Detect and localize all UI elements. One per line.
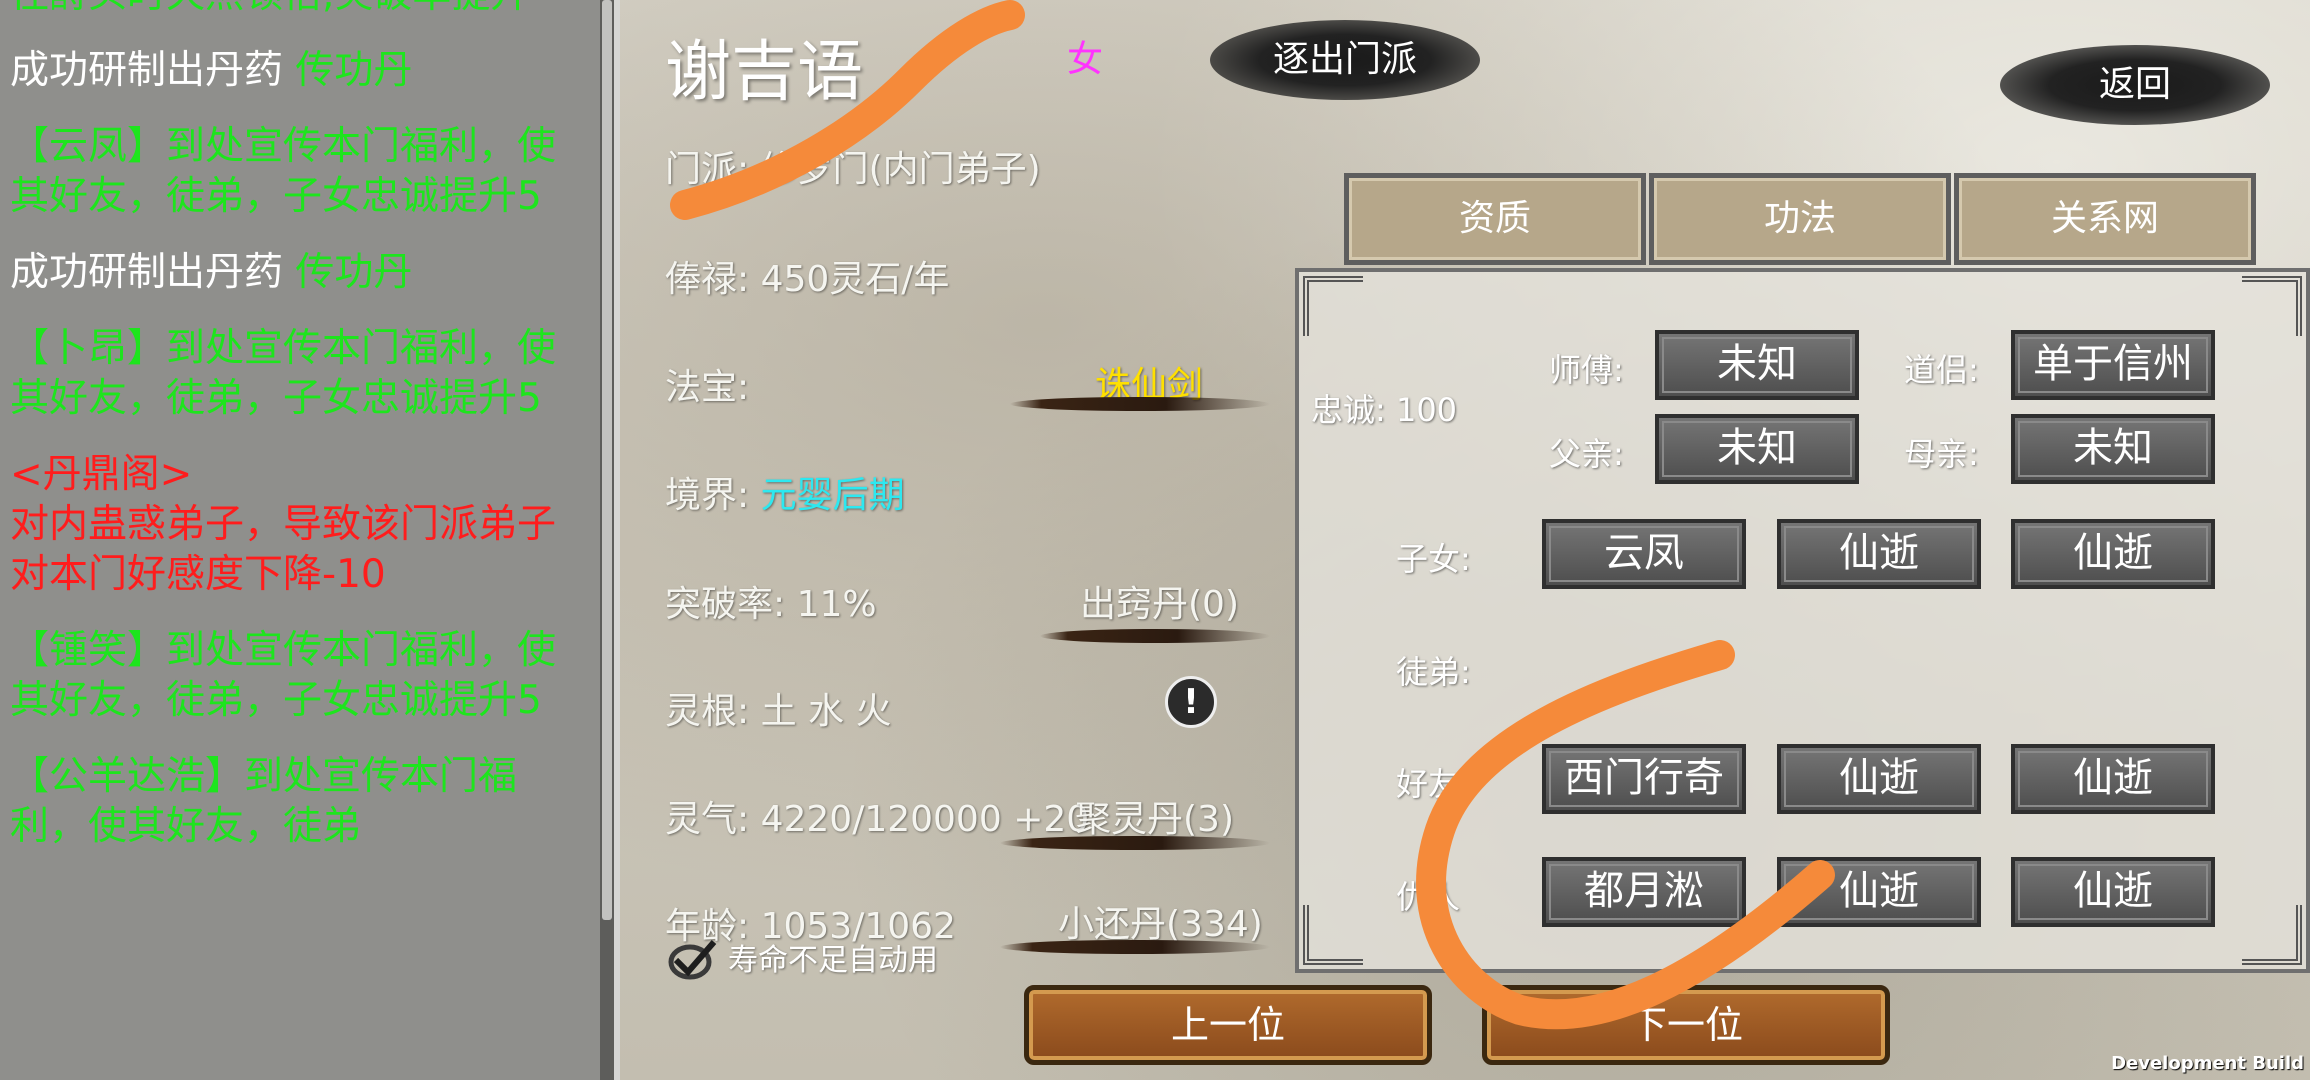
enemy-button[interactable]: 都月淞 bbox=[1542, 857, 1746, 927]
loyalty: 忠诚: 100 bbox=[1311, 391, 1458, 429]
log-entry: <丹鼎阁> 对内蛊惑弟子，导致该门派弟子对本门好感度下降-10 bbox=[10, 450, 570, 600]
disciples-label: 徒弟: bbox=[1396, 653, 1471, 691]
sect-value: 修罗门(内门弟子) bbox=[760, 149, 1041, 190]
log-scroll-thumb[interactable] bbox=[602, 0, 612, 920]
log-entry: 【公羊达浩】到处宣传本门福利，使其好友，徒弟 bbox=[10, 752, 570, 852]
child-button[interactable]: 仙逝 bbox=[2011, 519, 2215, 589]
partner-label: 道侣: bbox=[1904, 351, 1979, 389]
character-gender: 女 bbox=[1067, 39, 1104, 80]
log-scrollbar[interactable] bbox=[600, 0, 614, 1080]
log-text: <丹鼎阁> bbox=[10, 452, 193, 497]
father-label: 父亲: bbox=[1549, 435, 1624, 473]
log-text: 对内蛊惑弟子，导致该门派弟子对本门好感度下降-10 bbox=[10, 502, 557, 597]
log-text: 成功研制出丹药 bbox=[10, 48, 296, 93]
alert-icon[interactable]: ! bbox=[1165, 676, 1217, 728]
log-text: 【锺笑】到处宣传本门福利，使其好友，徒弟，子女忠诚提升5 bbox=[10, 628, 557, 723]
friend-button[interactable]: 西门行奇 bbox=[1542, 744, 1746, 814]
log-text: 成功研制出丹药 bbox=[10, 250, 296, 295]
tab-aptitude[interactable]: 资质 bbox=[1344, 173, 1646, 265]
log-entry: 成功研制出丹药 传功丹 bbox=[10, 46, 570, 96]
checkmark-icon bbox=[668, 940, 717, 980]
log-entry: 【卜昂】到处宣传本门福利，使其好友，徒弟，子女忠诚提升5 bbox=[10, 324, 570, 424]
father-button[interactable]: 未知 bbox=[1655, 414, 1859, 484]
brush-underline bbox=[1000, 836, 1270, 850]
log-text: 【云凤】到处宣传本门福利，使其好友，徒弟，子女忠诚提升5 bbox=[10, 124, 557, 219]
back-button[interactable]: 返回 bbox=[2000, 45, 2270, 125]
treasure-label: 法宝: bbox=[665, 367, 750, 408]
salary-label: 俸禄: bbox=[665, 259, 761, 300]
frame-corner bbox=[1303, 276, 1363, 336]
salary-value: 450灵石/年 bbox=[760, 259, 950, 300]
log-text: 【公羊达浩】到处宣传本门福利，使其好友，徒弟 bbox=[10, 754, 518, 849]
sect-row: 门派: 修罗门(内门弟子) bbox=[665, 140, 1041, 192]
realm-label: 境界: bbox=[665, 475, 761, 516]
log-entry: 【云凤】到处宣传本门福利，使其好友，徒弟，子女忠诚提升5 bbox=[10, 122, 570, 222]
event-log-panel[interactable]: 往酹头时天然顿悟,突破率提升成功研制出丹药 传功丹【云凤】到处宣传本门福利，使其… bbox=[0, 0, 602, 1080]
character-detail-screen: 谢吉语 女 逐出门派 返回 门派: 修罗门(内门弟子) 俸禄: 450灵石/年 … bbox=[620, 0, 2310, 1080]
relations-panel: 忠诚: 100 师傅: 未知 道侣: 单于信州 父亲: 未知 母亲: 未知 子女… bbox=[1295, 268, 2310, 973]
next-character-button[interactable]: 下一位 bbox=[1482, 985, 1890, 1065]
master-label: 师傅: bbox=[1549, 351, 1624, 389]
log-text: 【卜昂】到处宣传本门福利，使其好友，徒弟，子女忠诚提升5 bbox=[10, 326, 557, 421]
breakthrough-pill-button[interactable]: 出窍丹(0) bbox=[1080, 575, 1239, 627]
spirit-qi: 灵气: 4220/120000 +20 bbox=[665, 799, 1090, 840]
sect-label: 门派: bbox=[665, 149, 761, 190]
friends-label: 好友: bbox=[1396, 765, 1471, 803]
tab-techniques[interactable]: 功法 bbox=[1649, 173, 1951, 265]
character-name: 谢吉语 bbox=[665, 33, 863, 110]
realm-value: 元婴后期 bbox=[760, 475, 905, 516]
brush-underline bbox=[1010, 397, 1270, 411]
child-button[interactable]: 云凤 bbox=[1542, 519, 1746, 589]
previous-character-button[interactable]: 上一位 bbox=[1024, 985, 1432, 1065]
log-entry: 【锺笑】到处宣传本门福利，使其好友，徒弟，子女忠诚提升5 bbox=[10, 626, 570, 726]
child-button[interactable]: 仙逝 bbox=[1777, 519, 1981, 589]
friend-button[interactable]: 仙逝 bbox=[1777, 744, 1981, 814]
frame-corner bbox=[1303, 905, 1363, 965]
mother-button[interactable]: 未知 bbox=[2011, 414, 2215, 484]
breakthrough-rate: 突破率: 11% bbox=[665, 584, 877, 625]
spirit-root: 灵根: 土 水 火 bbox=[665, 691, 892, 732]
development-build-label: Development Build bbox=[2111, 1053, 2304, 1074]
brush-underline bbox=[1040, 629, 1270, 643]
tab-relations[interactable]: 关系网 bbox=[1954, 173, 2256, 265]
log-text: 传功丹 bbox=[295, 250, 413, 295]
qi-pill-button[interactable]: 聚灵丹(3) bbox=[1075, 790, 1234, 842]
log-text: 传功丹 bbox=[295, 48, 413, 93]
log-text: 往酹头时天然顿悟,突破率提升 bbox=[10, 0, 529, 17]
partner-button[interactable]: 单于信州 bbox=[2011, 330, 2215, 400]
frame-corner bbox=[2242, 905, 2302, 965]
enemies-label: 仇人 bbox=[1396, 878, 1461, 916]
log-entry: 往酹头时天然顿悟,突破率提升 bbox=[10, 0, 570, 20]
realm-row: 境界: 元婴后期 bbox=[665, 466, 905, 518]
children-label: 子女: bbox=[1396, 540, 1471, 578]
frame-corner bbox=[2242, 276, 2302, 336]
auto-use-label: 寿命不足自动用 bbox=[728, 943, 938, 978]
event-log-list: 往酹头时天然顿悟,突破率提升成功研制出丹药 传功丹【云凤】到处宣传本门福利，使其… bbox=[10, 0, 570, 878]
salary-row: 俸禄: 450灵石/年 bbox=[665, 250, 949, 302]
expel-button[interactable]: 逐出门派 bbox=[1210, 20, 1480, 100]
enemy-button[interactable]: 仙逝 bbox=[1777, 857, 1981, 927]
mother-label: 母亲: bbox=[1904, 435, 1979, 473]
friend-button[interactable]: 仙逝 bbox=[2011, 744, 2215, 814]
brush-underline bbox=[1000, 940, 1270, 954]
enemy-button[interactable]: 仙逝 bbox=[2011, 857, 2215, 927]
log-entry: 成功研制出丹药 传功丹 bbox=[10, 248, 570, 298]
auto-use-checkbox[interactable] bbox=[668, 938, 717, 980]
master-button[interactable]: 未知 bbox=[1655, 330, 1859, 400]
